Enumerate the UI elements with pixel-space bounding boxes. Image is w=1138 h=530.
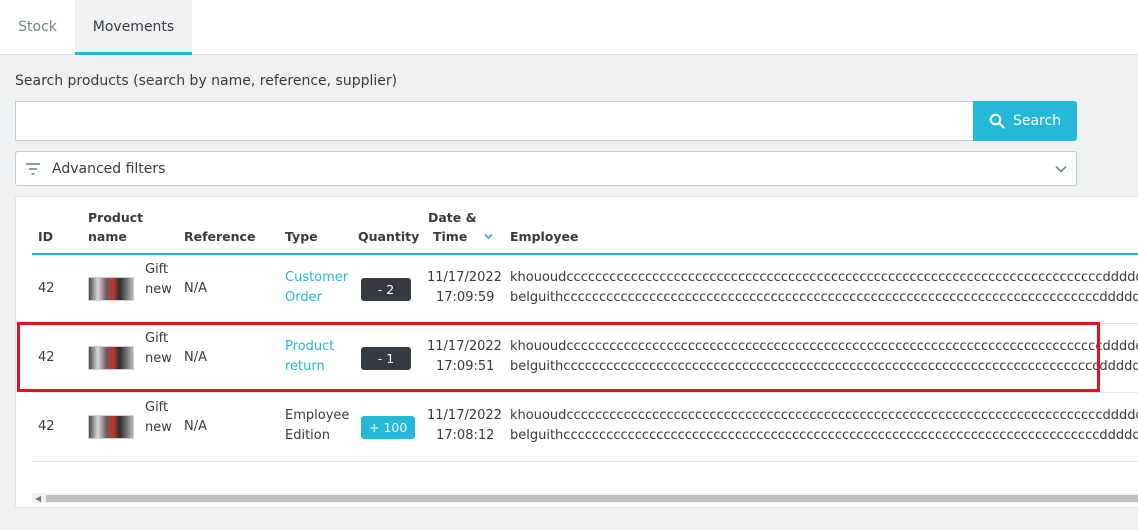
sort-desc-icon[interactable] [483, 231, 494, 242]
product-name-line1[interactable]: Gift [145, 398, 168, 418]
type-link-line2[interactable]: return [285, 357, 325, 377]
employee-line2: belguithcccccccccccccccccccccccccccccccc… [510, 290, 1138, 305]
search-icon [989, 113, 1005, 129]
row-reference: N/A [184, 350, 207, 365]
product-name-line2[interactable]: new [145, 349, 172, 369]
header-id[interactable]: ID [38, 227, 53, 246]
table-row: 42 Gift new N/A Employee Edition + 100 1… [32, 393, 1138, 462]
advanced-filters-label: Advanced filters [52, 160, 166, 177]
header-type[interactable]: Type [285, 227, 318, 246]
header-quantity[interactable]: Quantity [358, 227, 419, 246]
header-date-line2[interactable]: Time [433, 227, 467, 246]
product-name-line1[interactable]: Gift [145, 260, 168, 280]
type-link-line2[interactable]: Order [285, 288, 322, 308]
product-name-line2[interactable]: new [145, 418, 172, 438]
type-label-line2: Edition [285, 428, 330, 443]
header-product-name-line2[interactable]: name [88, 227, 127, 246]
search-button-label: Search [1012, 113, 1062, 129]
row-time: 17:09:59 [436, 290, 495, 305]
quantity-badge: - 2 [361, 278, 411, 301]
employee-line1: khououdccccccccccccccccccccccccccccccccc… [510, 339, 1138, 354]
filter-icon [26, 162, 40, 175]
row-time: 17:08:12 [436, 428, 495, 443]
type-link-line1[interactable]: Product [285, 337, 334, 357]
quantity-badge: - 1 [361, 347, 411, 370]
employee-line2: belguithcccccccccccccccccccccccccccccccc… [510, 359, 1138, 374]
movements-table-card: ID Product name Reference Type Quantity … [15, 196, 1138, 508]
search-label: Search products (search by name, referen… [15, 73, 398, 89]
tab-movements[interactable]: Movements [75, 0, 192, 55]
product-thumbnail[interactable] [88, 346, 134, 370]
row-reference: N/A [184, 281, 207, 296]
employee-line2: belguithcccccccccccccccccccccccccccccccc… [510, 428, 1138, 443]
employee-line1: khououdccccccccccccccccccccccccccccccccc… [510, 270, 1138, 285]
row-date: 11/17/2022 [427, 339, 502, 354]
tab-bar: Stock Movements [0, 0, 1138, 55]
table-row: 42 Gift new N/A Product return - 1 11/17… [32, 324, 1138, 393]
header-employee[interactable]: Employee [510, 227, 579, 246]
search-button[interactable]: Search [973, 101, 1077, 141]
header-product-name-line1[interactable]: Product [88, 208, 143, 227]
employee-line1: khououdccccccccccccccccccccccccccccccccc… [510, 408, 1138, 423]
table-row: 42 Gift new N/A Customer Order - 2 11/17… [32, 255, 1138, 324]
quantity-badge: + 100 [361, 416, 416, 439]
product-thumbnail[interactable] [88, 277, 134, 301]
header-date-line1[interactable]: Date & [428, 208, 477, 227]
row-time: 17:09:51 [436, 359, 495, 374]
table-header: ID Product name Reference Type Quantity … [32, 197, 1138, 255]
horizontal-scrollbar[interactable]: ◀ [32, 493, 1138, 503]
row-reference: N/A [184, 419, 207, 434]
search-input[interactable] [15, 101, 974, 141]
row-id: 42 [38, 419, 55, 434]
scroll-left-icon[interactable]: ◀ [35, 494, 41, 503]
chevron-down-icon [1055, 165, 1067, 173]
row-id: 42 [38, 281, 55, 296]
tab-stock[interactable]: Stock [0, 0, 75, 55]
advanced-filters-toggle[interactable]: Advanced filters [15, 151, 1077, 186]
product-name-line1[interactable]: Gift [145, 329, 168, 349]
product-thumbnail[interactable] [88, 415, 134, 439]
row-id: 42 [38, 350, 55, 365]
product-name-line2[interactable]: new [145, 280, 172, 300]
row-date: 11/17/2022 [427, 408, 502, 423]
type-label-line1: Employee [285, 408, 350, 423]
scrollbar-thumb[interactable] [46, 495, 1138, 502]
row-date: 11/17/2022 [427, 270, 502, 285]
header-reference[interactable]: Reference [184, 227, 255, 246]
type-link-line1[interactable]: Customer [285, 268, 348, 288]
